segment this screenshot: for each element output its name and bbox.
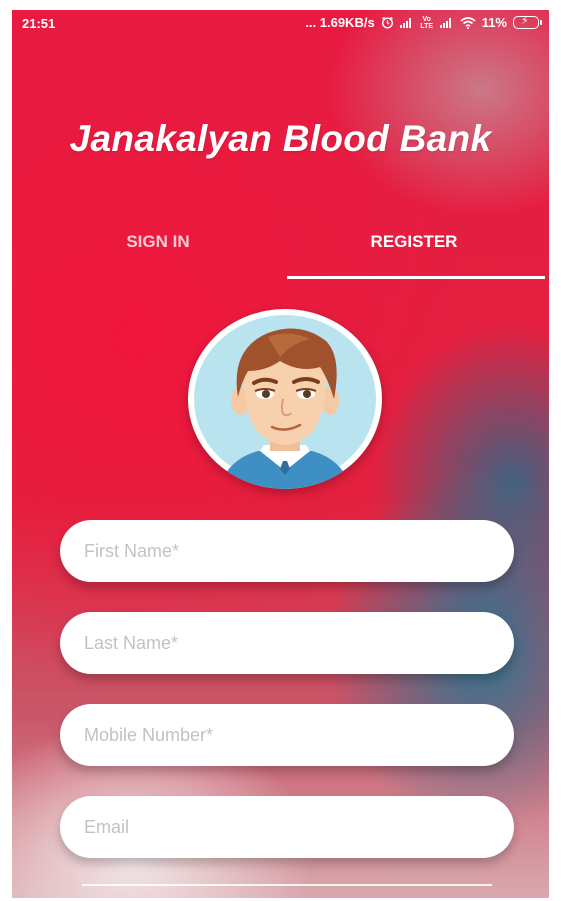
status-icons: ... 1.69KB/s Vo LTE 11% ⚡ <box>305 15 542 30</box>
app-screen: 21:51 ... 1.69KB/s Vo LTE 11% ⚡ Janakaly… <box>12 10 549 898</box>
signal-icon-2 <box>439 17 454 28</box>
mobile-number-field[interactable] <box>60 704 514 766</box>
status-time: 21:51 <box>22 16 56 31</box>
email-field[interactable] <box>60 796 514 858</box>
alarm-icon <box>381 16 393 29</box>
network-speed: ... 1.69KB/s <box>305 15 375 30</box>
status-bar: 21:51 ... 1.69KB/s Vo LTE 11% ⚡ <box>12 10 549 36</box>
signal-icon <box>399 17 414 28</box>
volte-icon: Vo LTE <box>420 15 434 30</box>
avatar-icon <box>194 315 376 489</box>
first-name-field[interactable] <box>60 520 514 582</box>
profile-avatar[interactable] <box>188 309 382 489</box>
battery-charging-icon: ⚡ <box>513 15 542 29</box>
last-name-field[interactable] <box>60 612 514 674</box>
tab-register[interactable]: REGISTER <box>314 232 514 252</box>
divider <box>82 884 492 886</box>
app-title: Janakalyan Blood Bank <box>69 118 492 159</box>
active-tab-indicator <box>287 276 545 279</box>
tab-sign-in[interactable]: SIGN IN <box>58 232 258 252</box>
wifi-icon <box>460 16 476 29</box>
battery-percent: 11% <box>481 15 507 30</box>
